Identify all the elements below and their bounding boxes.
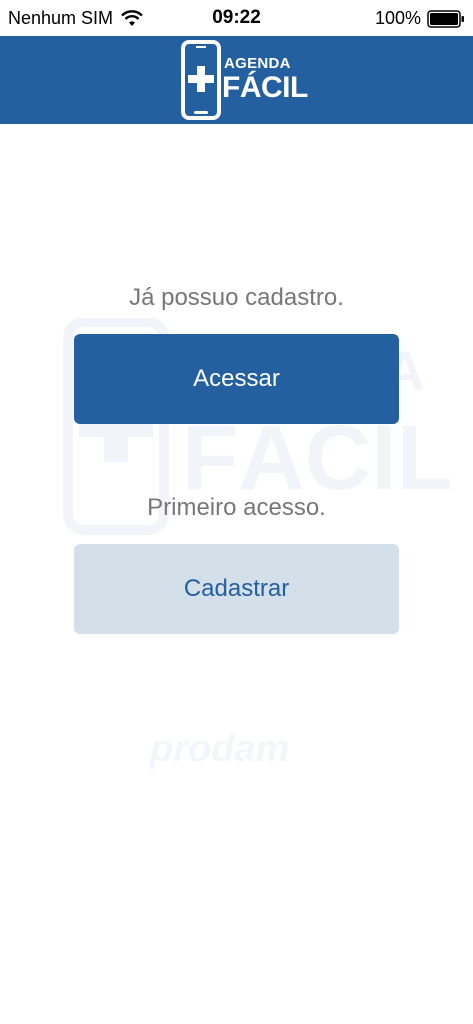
agenda-facil-logo: AGENDA FÁCIL — [180, 40, 308, 120]
signup-prompt: Primeiro acesso. — [147, 494, 326, 521]
login-prompt: Já possuo cadastro. — [129, 284, 344, 311]
logo-text-facil: FÁCIL — [222, 71, 308, 104]
battery-percent: 100% — [374, 8, 421, 28]
cadastrar-button[interactable]: Cadastrar — [74, 544, 399, 634]
app-header: AGENDA FÁCIL — [0, 36, 473, 124]
battery-icon — [427, 9, 464, 28]
phone-plus-icon — [181, 40, 221, 120]
status-bar: Nenhum SIM 09:22 100% — [0, 0, 473, 36]
logo-text-agenda: AGENDA — [224, 55, 291, 72]
status-right: 100% — [375, 8, 465, 29]
prodam-watermark: prodam — [150, 728, 290, 770]
acessar-button[interactable]: Acessar — [74, 334, 399, 424]
